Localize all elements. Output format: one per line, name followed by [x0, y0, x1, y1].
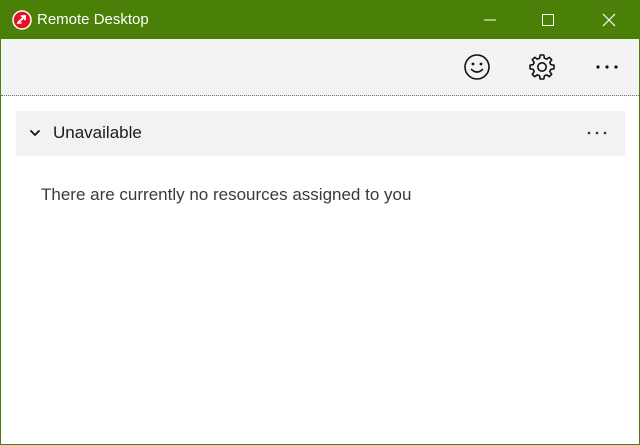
group-header-unavailable[interactable]: Unavailable: [16, 111, 625, 156]
group-title: Unavailable: [53, 123, 142, 142]
remote-desktop-app-icon: [12, 10, 32, 30]
more-options-button[interactable]: [591, 51, 623, 83]
minimize-icon: [484, 19, 496, 21]
app-window: Remote Desktop Unavailable There are cur…: [0, 0, 640, 445]
gear-icon: [529, 54, 555, 80]
title-bar[interactable]: Remote Desktop: [1, 1, 639, 39]
chevron-down-icon[interactable]: [28, 126, 42, 140]
maximize-button[interactable]: [525, 1, 571, 39]
group-more-button[interactable]: [581, 123, 613, 143]
window-title: Remote Desktop: [37, 11, 149, 28]
maximize-icon: [542, 14, 554, 26]
more-horizontal-icon: [587, 131, 607, 135]
smiley-icon: [464, 54, 490, 80]
empty-state-message: There are currently no resources assigne…: [41, 185, 412, 204]
settings-button[interactable]: [526, 51, 558, 83]
toolbar: [1, 39, 639, 96]
more-horizontal-icon: [596, 65, 618, 69]
close-icon: [602, 13, 616, 27]
feedback-button[interactable]: [461, 51, 493, 83]
close-button[interactable]: [586, 1, 632, 39]
minimize-button[interactable]: [467, 1, 513, 39]
